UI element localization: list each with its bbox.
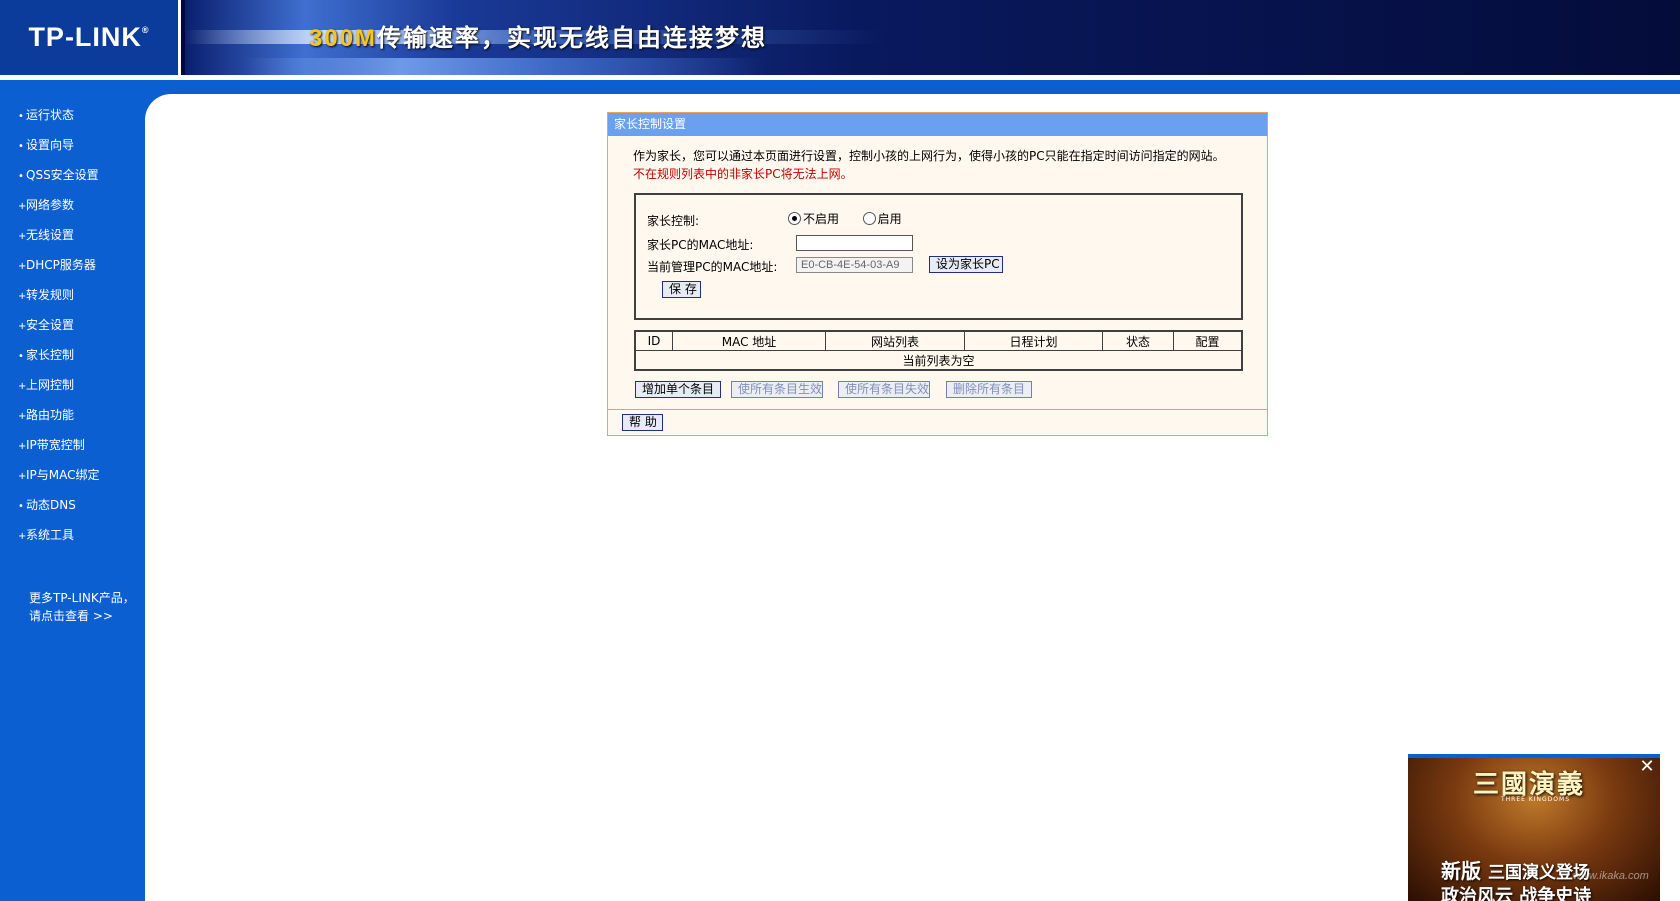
ad-headline: 新版 三国演义登场: [1441, 859, 1590, 883]
empty-list-text: 当前列表为空: [634, 350, 1243, 371]
sidebar-item-forwarding[interactable]: +转发规则: [0, 280, 145, 310]
tp-link-logo: TP-LINK®: [0, 0, 178, 75]
add-entry-button[interactable]: 增加单个条目: [635, 381, 721, 398]
header-banner: 300M传输速率，实现无线自由连接梦想: [185, 0, 1680, 75]
col-config: 配置: [1173, 330, 1243, 351]
plus-icon: +: [18, 441, 27, 452]
current-mac-label: 当前管理PC的MAC地址:: [647, 260, 778, 274]
sidebar-item-security[interactable]: +安全设置: [0, 310, 145, 340]
plus-icon: +: [18, 261, 27, 272]
plus-icon: +: [18, 291, 27, 302]
ad-subtitle: THREE KINGDOMS: [1501, 796, 1571, 803]
sidebar-item-routing[interactable]: +路由功能: [0, 400, 145, 430]
sidebar-item-network[interactable]: +网络参数: [0, 190, 145, 220]
save-button[interactable]: 保 存: [662, 281, 701, 298]
banner-slogan: 300M传输速率，实现无线自由连接梦想: [309, 25, 768, 52]
radio-enable[interactable]: [862, 212, 876, 225]
sidebar-item-qss[interactable]: • QSS安全设置: [0, 160, 145, 190]
plus-icon: +: [18, 411, 27, 422]
popup-ad[interactable]: 三國演義 THREE KINGDOMS 新版 三国演义登场 www.ikaka.…: [1408, 754, 1660, 901]
warning-text: 不在规则列表中的非家长PC将无法上网。: [633, 167, 853, 181]
col-schedule: 日程计划: [964, 330, 1103, 351]
plus-icon: +: [18, 381, 27, 392]
col-status: 状态: [1102, 330, 1174, 351]
settings-form: 家长控制: 不启用 启用 家长PC的MAC地址: 当前管理PC的MAC地址: 设…: [634, 193, 1243, 320]
col-mac: MAC 地址: [672, 330, 826, 351]
sidebar-item-wizard[interactable]: • 设置向导: [0, 130, 145, 160]
sidebar-item-ip-mac-binding[interactable]: +IP与MAC绑定: [0, 460, 145, 490]
current-mac-input: [796, 257, 913, 273]
plus-icon: +: [18, 321, 27, 332]
delete-all-button[interactable]: 删除所有条目: [946, 381, 1032, 398]
bullet-icon: •: [18, 111, 24, 122]
disable-all-button[interactable]: 使所有条目失效: [838, 381, 930, 398]
sidebar-menu: • 运行状态 • 设置向导 • QSS安全设置 +网络参数 +无线设置 +DHCP服务…: [0, 100, 145, 550]
parental-control-panel: 家长控制设置 作为家长，您可以通过本页面进行设置，控制小孩的上网行为，使得小孩的…: [607, 112, 1268, 436]
table-row: 当前列表为空: [634, 350, 1243, 371]
rules-table: ID MAC 地址 网站列表 日程计划 状态 配置 当前列表为空: [634, 330, 1243, 371]
sidebar-item-ddns[interactable]: • 动态DNS: [0, 490, 145, 520]
sidebar-item-parental-control[interactable]: • 家长控制: [0, 340, 145, 370]
close-icon[interactable]: ✕: [1638, 758, 1656, 776]
table-header-row: ID MAC 地址 网站列表 日程计划 状态 配置: [634, 330, 1243, 351]
parent-mac-label: 家长PC的MAC地址:: [647, 238, 754, 252]
sidebar-corner: [145, 94, 197, 146]
enable-all-button[interactable]: 使所有条目生效: [731, 381, 823, 398]
panel-title: 家长控制设置: [608, 113, 1267, 136]
help-button[interactable]: 帮 助: [622, 414, 663, 431]
bullet-icon: •: [18, 501, 24, 512]
bullet-icon: •: [18, 141, 24, 152]
plus-icon: +: [18, 531, 27, 542]
bullet-icon: •: [18, 351, 24, 362]
top-blue-band: [0, 80, 1680, 94]
ad-watermark: www.ikaka.com: [1573, 870, 1649, 882]
ad-top-border: [1408, 754, 1660, 758]
bullet-icon: •: [18, 171, 24, 182]
col-sites: 网站列表: [825, 330, 965, 351]
radio-disable[interactable]: [788, 212, 801, 225]
col-id: ID: [634, 330, 673, 351]
set-parent-pc-button[interactable]: 设为家长PC: [929, 256, 1003, 273]
sidebar-item-system-tools[interactable]: +系统工具: [0, 520, 145, 550]
plus-icon: +: [18, 471, 27, 482]
parent-control-row: 家长控制:: [647, 212, 699, 229]
sidebar-item-dhcp[interactable]: +DHCP服务器: [0, 250, 145, 280]
footer-divider: [608, 409, 1267, 410]
parent-control-label: 家长控制:: [647, 214, 700, 228]
parent-mac-input[interactable]: [796, 235, 913, 251]
header: TP-LINK® 300M传输速率，实现无线自由连接梦想: [0, 0, 1680, 75]
banner-wave: [245, 58, 765, 75]
sidebar-item-status[interactable]: • 运行状态: [0, 100, 145, 130]
sidebar-item-wireless[interactable]: +无线设置: [0, 220, 145, 250]
plus-icon: +: [18, 201, 27, 212]
parent-control-options: 不启用 启用: [788, 210, 902, 227]
panel-description: 作为家长，您可以通过本页面进行设置，控制小孩的上网行为，使得小孩的PC只能在指定…: [633, 149, 1225, 181]
logo-box: TP-LINK®: [0, 0, 181, 75]
sidebar-item-access-control[interactable]: +上网控制: [0, 370, 145, 400]
sidebar-item-bandwidth[interactable]: +IP带宽控制: [0, 430, 145, 460]
plus-icon: +: [18, 231, 27, 242]
ad-tagline: 政治风云 战争史诗: [1441, 886, 1592, 901]
more-products-link[interactable]: 更多TP-LINK产品， 请点击查看 >>: [29, 589, 135, 625]
